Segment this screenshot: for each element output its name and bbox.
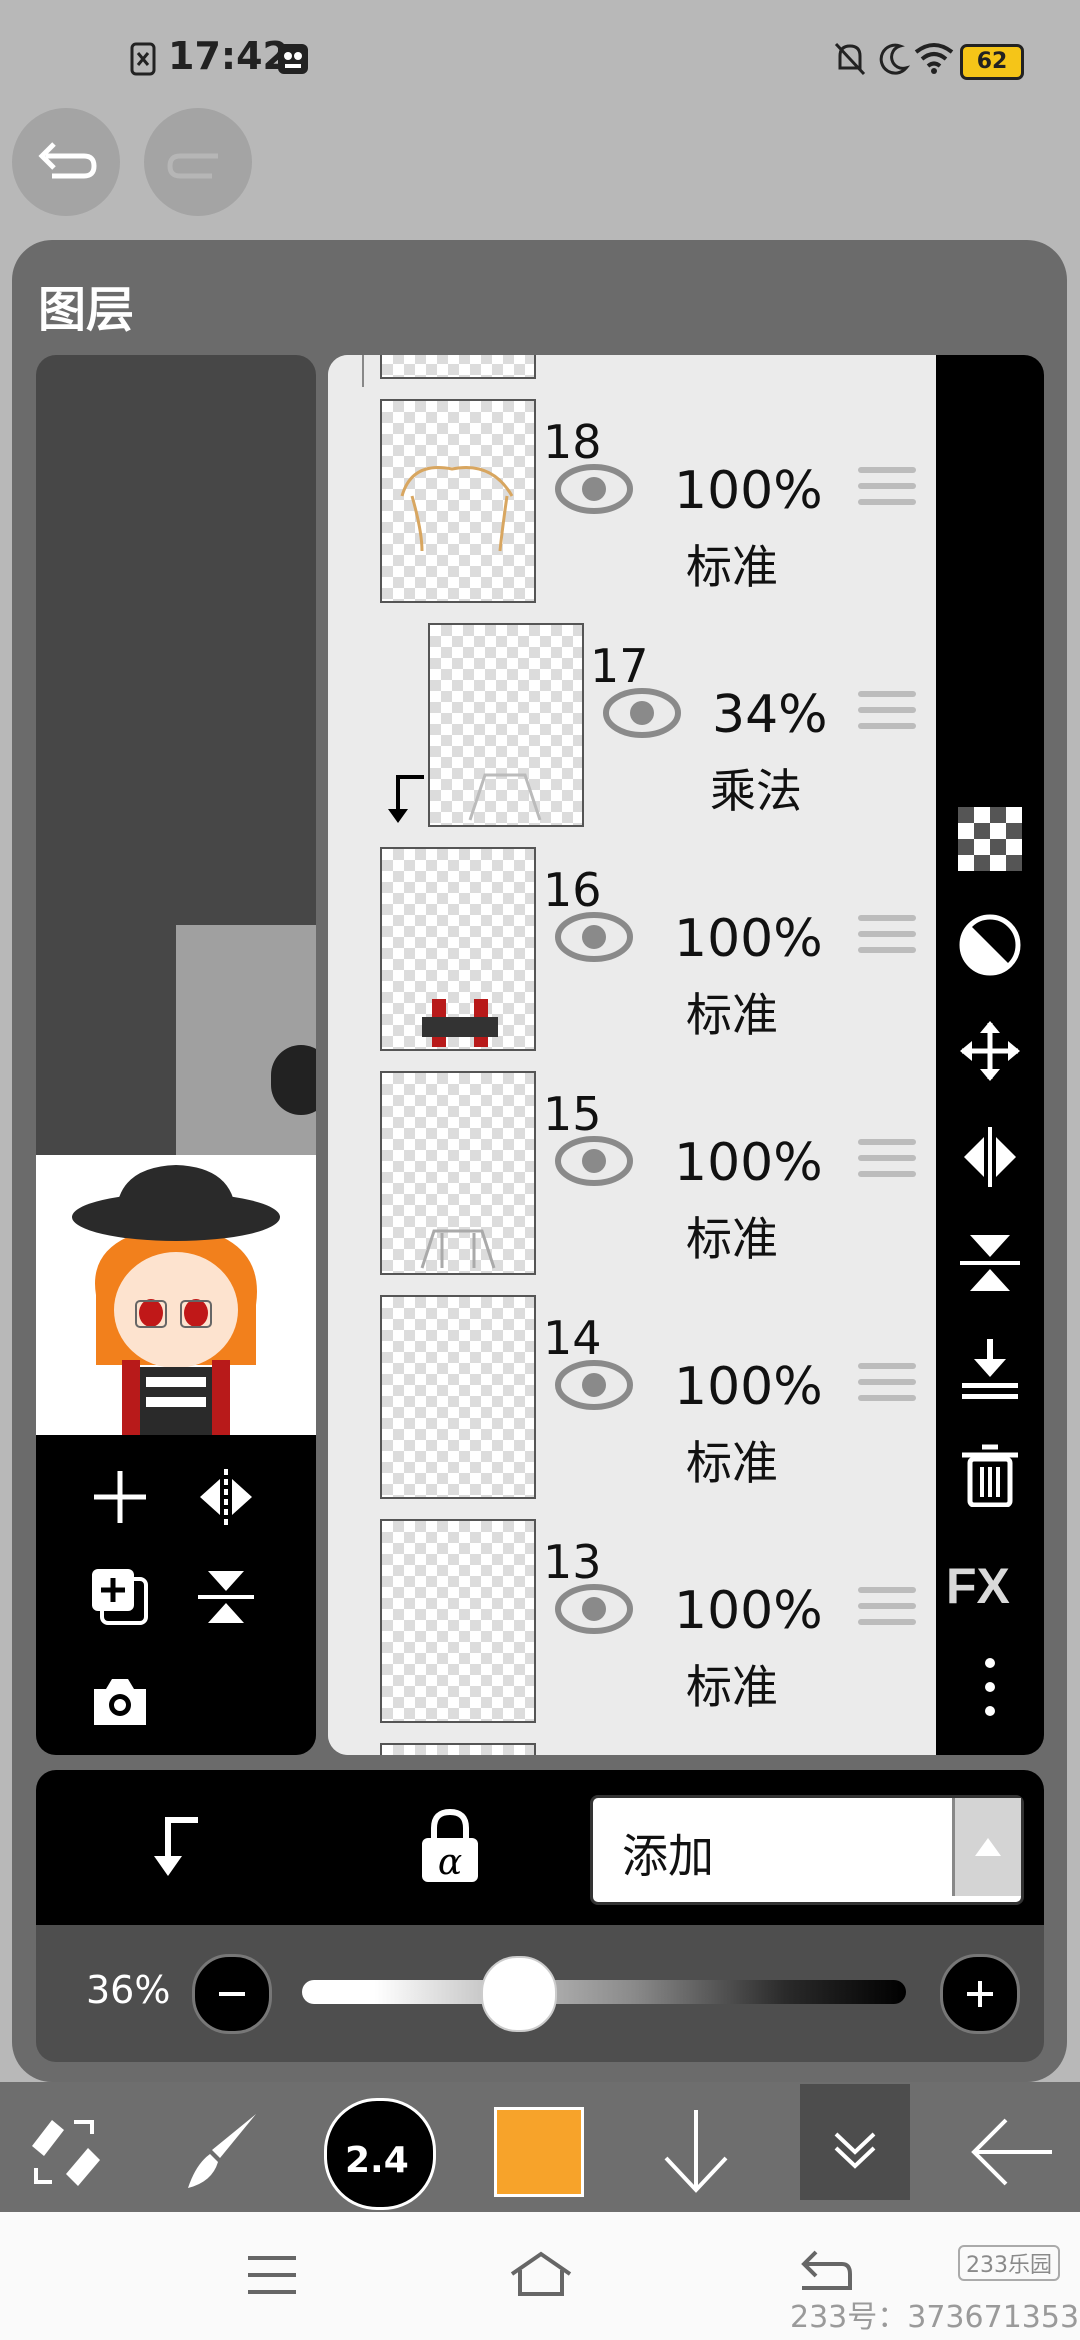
drag-handle-icon[interactable] xyxy=(858,467,916,511)
fx-button[interactable]: FX xyxy=(946,1557,1010,1615)
blend-mode-dropdown-button[interactable] xyxy=(952,1798,1021,1896)
layer-row[interactable]: 13 100% 标准 xyxy=(328,1507,936,1733)
opacity-slider[interactable] xyxy=(302,1980,906,2004)
plus-icon xyxy=(967,1981,993,2007)
flip-horizontal-icon[interactable] xyxy=(958,1125,1022,1189)
mute-icon xyxy=(834,42,866,76)
layer-row[interactable]: 16 100% 标准 xyxy=(328,835,936,1061)
battery-indicator: 62 xyxy=(960,44,1024,80)
more-icon[interactable] xyxy=(958,1655,1022,1719)
eye-icon[interactable] xyxy=(554,1581,634,1637)
layer-thumbnail xyxy=(428,623,584,827)
layer-list: 18 100% 标准 17 34% 乘法 16 100% 标准 15 100% xyxy=(328,355,936,1755)
left-tools xyxy=(36,1435,316,1755)
flip-horizontal-icon[interactable] xyxy=(194,1465,258,1529)
color-swatch[interactable] xyxy=(494,2107,584,2197)
panel-title: 图层 xyxy=(38,282,135,338)
eye-icon[interactable] xyxy=(554,909,634,965)
back-arrow-icon[interactable] xyxy=(968,2110,1058,2194)
eye-icon[interactable] xyxy=(554,1357,634,1413)
chevron-up-icon xyxy=(975,1838,1001,1856)
layer-row[interactable]: 15 100% 标准 xyxy=(328,1059,936,1285)
notification-app-icon xyxy=(278,44,308,74)
layer-thumbnail xyxy=(380,399,536,603)
layer-blend-mode: 标准 xyxy=(686,1436,778,1490)
layer-row[interactable]: 18 100% 标准 xyxy=(328,387,936,613)
layer-row[interactable]: 14 100% 标准 xyxy=(328,1283,936,1509)
drag-handle-icon[interactable] xyxy=(858,691,916,735)
layer-blend-mode: 乘法 xyxy=(710,764,802,818)
drag-handle-icon[interactable] xyxy=(858,915,916,959)
drag-handle-icon[interactable] xyxy=(858,1587,916,1631)
sim-icon xyxy=(130,42,156,76)
layer-row-partial-bottom[interactable] xyxy=(328,1731,936,1755)
circle-half-icon[interactable] xyxy=(958,913,1022,977)
opacity-value: 36% xyxy=(86,1968,171,2012)
move-icon[interactable] xyxy=(958,1019,1022,1083)
drag-handle-icon[interactable] xyxy=(858,1139,916,1183)
layer-row-partial-top[interactable] xyxy=(328,355,936,389)
brush-icon[interactable] xyxy=(176,2106,266,2196)
clip-arrow-icon[interactable] xyxy=(140,1810,210,1880)
flip-vertical-icon[interactable] xyxy=(194,1565,258,1629)
drag-handle-icon[interactable] xyxy=(858,1363,916,1407)
merge-down-icon[interactable] xyxy=(958,1337,1022,1401)
opacity-increase-button[interactable] xyxy=(940,1954,1020,2034)
down-arrow-icon[interactable] xyxy=(660,2106,732,2196)
layer-blend-mode: 标准 xyxy=(686,540,778,594)
duplicate-icon[interactable] xyxy=(88,1565,152,1629)
layer-blend-mode: 标准 xyxy=(686,1660,778,1714)
layer-thumbnail xyxy=(380,1519,536,1723)
moon-icon xyxy=(879,43,910,75)
layer-thumbnail xyxy=(380,1295,536,1499)
undo-button[interactable] xyxy=(12,108,120,216)
layer-opacity: 100% xyxy=(674,1357,823,1417)
layer-thumbnail xyxy=(380,847,536,1051)
redo-icon xyxy=(167,153,218,179)
layer-opacity: 100% xyxy=(674,461,823,521)
layer-thumbnail xyxy=(380,1071,536,1275)
layer-opacity: 34% xyxy=(712,685,828,745)
trash-icon[interactable] xyxy=(958,1443,1022,1507)
right-toolbar: FX xyxy=(936,355,1044,1755)
alpha-lock-icon[interactable]: α xyxy=(412,1806,488,1886)
svg-text:α: α xyxy=(438,1842,462,1883)
clip-arrow-icon xyxy=(388,775,424,823)
opacity-slider-thumb[interactable] xyxy=(481,1956,558,2032)
eye-icon[interactable] xyxy=(554,1133,634,1189)
wifi-icon xyxy=(914,43,954,74)
undo-icon xyxy=(38,142,97,179)
layer-panel-toggle-button[interactable] xyxy=(800,2084,910,2200)
camera-icon[interactable] xyxy=(88,1671,152,1731)
watermark-logo: 233乐园 xyxy=(958,2245,1060,2281)
layer-blend-mode: 标准 xyxy=(686,988,778,1042)
eye-icon[interactable] xyxy=(602,685,682,741)
menu-icon[interactable] xyxy=(244,2252,300,2298)
flip-vertical-icon[interactable] xyxy=(958,1231,1022,1295)
redo-button[interactable] xyxy=(144,108,252,216)
home-icon[interactable] xyxy=(506,2248,576,2300)
minus-icon xyxy=(219,1992,245,1996)
layer-row[interactable]: 17 34% 乘法 xyxy=(328,611,936,837)
brush-size-value: 2.4 xyxy=(345,2140,409,2181)
chevron-down-icon xyxy=(834,2132,876,2169)
watermark-text: 233号：373671353 xyxy=(790,2300,1080,2335)
character-thumbnail xyxy=(36,1155,316,1435)
opacity-decrease-button[interactable] xyxy=(192,1954,272,2034)
layer-opacity: 100% xyxy=(674,1581,823,1641)
layer-opacity: 100% xyxy=(674,909,823,969)
status-time: 17:42 xyxy=(168,34,289,78)
blend-mode-value: 添加 xyxy=(622,1829,714,1883)
canvas-thumbnail[interactable] xyxy=(36,1155,316,1435)
layer-opacity: 100% xyxy=(674,1133,823,1193)
checker-icon[interactable] xyxy=(958,807,1022,871)
swap-icon[interactable] xyxy=(22,2108,108,2194)
layer-blend-mode: 标准 xyxy=(686,1212,778,1266)
eye-icon[interactable] xyxy=(554,461,634,517)
add-layer-icon[interactable] xyxy=(88,1465,152,1529)
